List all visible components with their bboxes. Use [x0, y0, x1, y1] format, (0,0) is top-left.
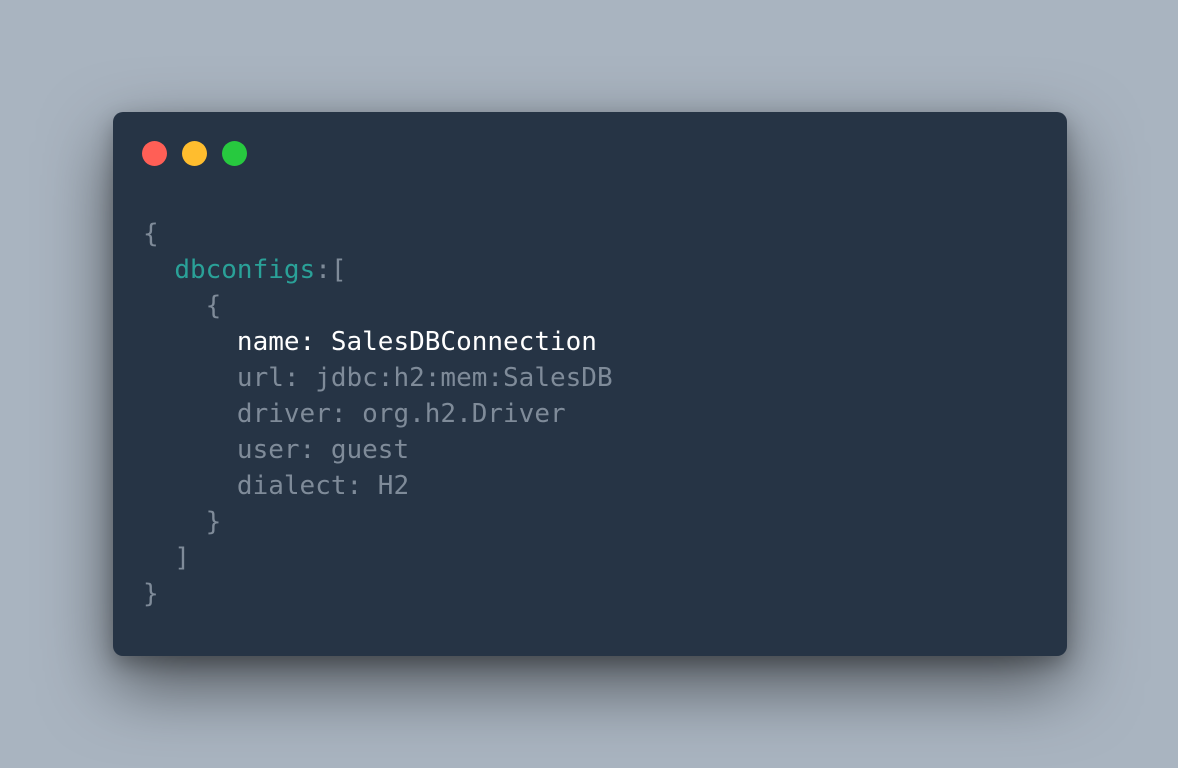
dialect-line: dialect: H2	[236, 471, 410, 501]
code-line-open-brace: {	[143, 216, 613, 252]
code-window: { dbconfigs:[ { name: SalesDBConnection …	[113, 112, 1067, 656]
window-controls	[142, 141, 247, 166]
user-line: user: guest	[236, 435, 410, 465]
inner-open-brace: {	[205, 291, 222, 321]
code-line-driver: driver: org.h2.Driver	[143, 396, 613, 432]
dbconfigs-punct: :[	[315, 255, 347, 285]
url-line: url: jdbc:h2:mem:SalesDB	[236, 363, 613, 393]
array-close-bracket: ]	[174, 543, 190, 573]
code-line-close-brace: }	[143, 576, 613, 612]
maximize-dot-icon[interactable]	[222, 141, 247, 166]
close-brace: }	[143, 579, 159, 609]
inner-close-brace: }	[205, 507, 222, 537]
minimize-dot-icon[interactable]	[182, 141, 207, 166]
close-dot-icon[interactable]	[142, 141, 167, 166]
code-block: { dbconfigs:[ { name: SalesDBConnection …	[143, 216, 613, 612]
driver-line: driver: org.h2.Driver	[236, 399, 566, 429]
name-line: name: SalesDBConnection	[236, 327, 597, 357]
dbconfigs-key: dbconfigs	[174, 255, 316, 285]
code-line-inner-open: {	[143, 288, 613, 324]
code-line-inner-close: }	[143, 504, 613, 540]
code-line-user: user: guest	[143, 432, 613, 468]
code-line-array-close: ]	[143, 540, 613, 576]
open-brace: {	[143, 219, 159, 249]
code-line-dbconfigs: dbconfigs:[	[143, 252, 613, 288]
code-line-url: url: jdbc:h2:mem:SalesDB	[143, 360, 613, 396]
code-line-dialect: dialect: H2	[143, 468, 613, 504]
code-line-name: name: SalesDBConnection	[143, 324, 613, 360]
